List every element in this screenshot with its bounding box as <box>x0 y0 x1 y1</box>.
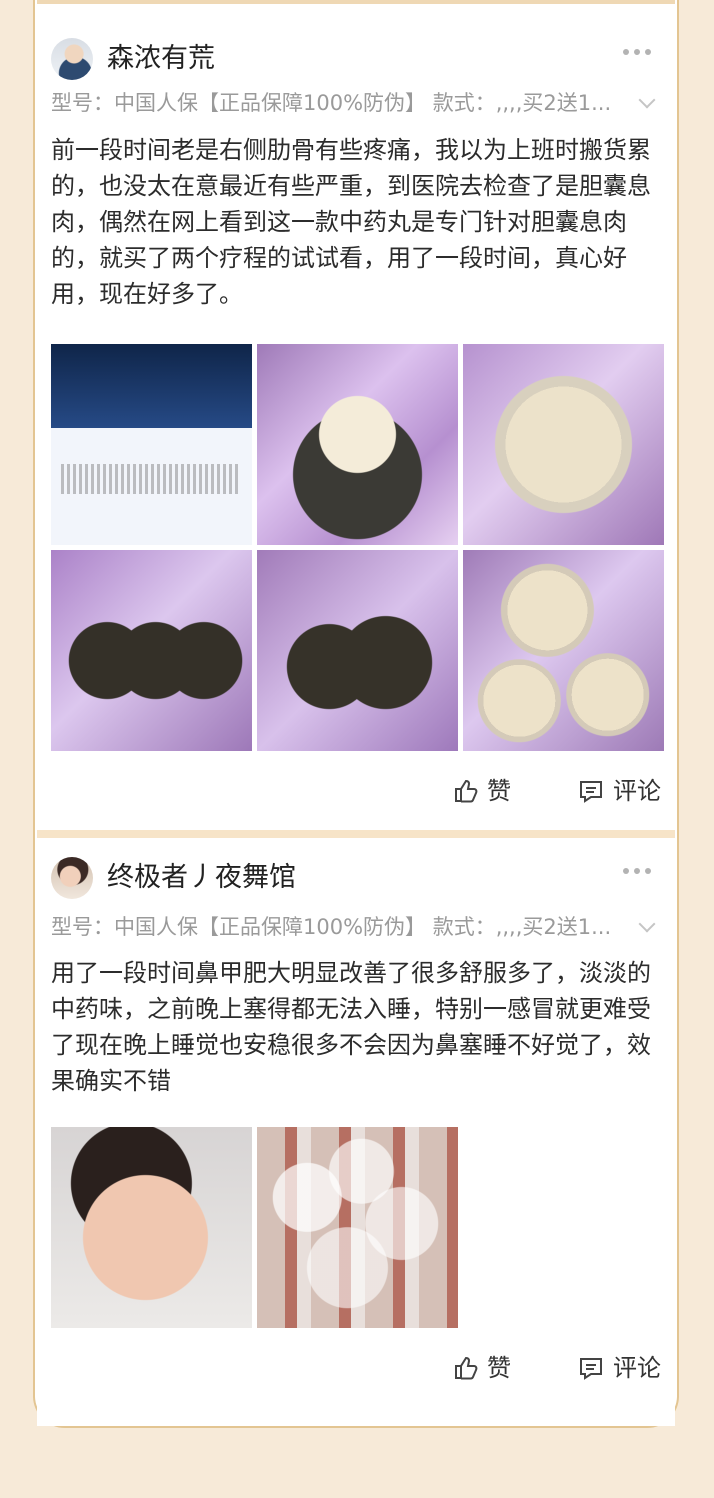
like-label: 赞 <box>487 1354 511 1382</box>
product-spec-text: 型号：中国人保【正品保障100%防伪】 款式：,,,,买2送1... <box>51 915 612 939</box>
review-photo-gallery <box>51 344 664 751</box>
review-photo[interactable] <box>51 550 252 751</box>
comment-button[interactable]: 评论 <box>577 775 661 807</box>
chevron-down-icon <box>638 915 656 933</box>
review-text: 前一段时间老是右侧肋骨有些疼痛，我以为上班时搬货累的，也没太在意最近有些严重，到… <box>51 136 651 308</box>
thumb-up-icon <box>451 1354 479 1382</box>
more-dot <box>623 868 629 874</box>
review-actions: 赞 评论 <box>451 1352 661 1384</box>
username[interactable]: 终极者丿夜舞馆 <box>107 859 296 897</box>
review-card: 终极者丿夜舞馆 型号：中国人保【正品保障100%防伪】 款式：,,,,买2送1.… <box>37 838 675 1426</box>
like-button[interactable]: 赞 <box>451 1352 511 1384</box>
review-photo[interactable] <box>463 344 664 545</box>
product-spec[interactable]: 型号：中国人保【正品保障100%防伪】 款式：,,,,买2送1... <box>51 910 661 944</box>
review-photo[interactable] <box>257 1127 458 1328</box>
card-divider <box>37 830 675 838</box>
review-header: 终极者丿夜舞馆 <box>51 857 661 899</box>
review-photo[interactable] <box>51 1127 252 1328</box>
review-photo[interactable] <box>51 344 252 545</box>
review-text: 用了一段时间鼻甲肥大明显改善了很多舒服多了，淡淡的中药味，之前晚上塞得都无法入睡… <box>51 959 651 1095</box>
like-label: 赞 <box>487 777 511 805</box>
comment-icon <box>577 1354 605 1382</box>
review-actions: 赞 评论 <box>451 775 661 807</box>
comment-label: 评论 <box>613 777 661 805</box>
more-icon[interactable] <box>623 48 651 56</box>
avatar[interactable] <box>51 857 93 899</box>
review-photo[interactable] <box>257 550 458 751</box>
more-dot <box>623 49 629 55</box>
like-button[interactable]: 赞 <box>451 775 511 807</box>
product-spec[interactable]: 型号：中国人保【正品保障100%防伪】 款式：,,,,买2送1... <box>51 86 661 120</box>
review-photo[interactable] <box>463 550 664 751</box>
more-dot <box>645 49 651 55</box>
comment-label: 评论 <box>613 1354 661 1382</box>
more-dot <box>645 868 651 874</box>
product-spec-text: 型号：中国人保【正品保障100%防伪】 款式：,,,,买2送1... <box>51 91 612 115</box>
more-icon[interactable] <box>623 867 651 875</box>
more-dot <box>634 49 640 55</box>
username[interactable]: 森浓有荒 <box>107 40 215 78</box>
chevron-down-icon <box>638 91 656 109</box>
more-dot <box>634 868 640 874</box>
review-card: 森浓有荒 型号：中国人保【正品保障100%防伪】 款式：,,,,买2送1... … <box>37 0 675 830</box>
review-photo-gallery <box>51 1127 458 1328</box>
avatar[interactable] <box>51 38 93 80</box>
thumb-up-icon <box>451 777 479 805</box>
review-photo[interactable] <box>257 344 458 545</box>
review-header: 森浓有荒 <box>51 38 661 80</box>
comment-button[interactable]: 评论 <box>577 1352 661 1384</box>
comment-icon <box>577 777 605 805</box>
